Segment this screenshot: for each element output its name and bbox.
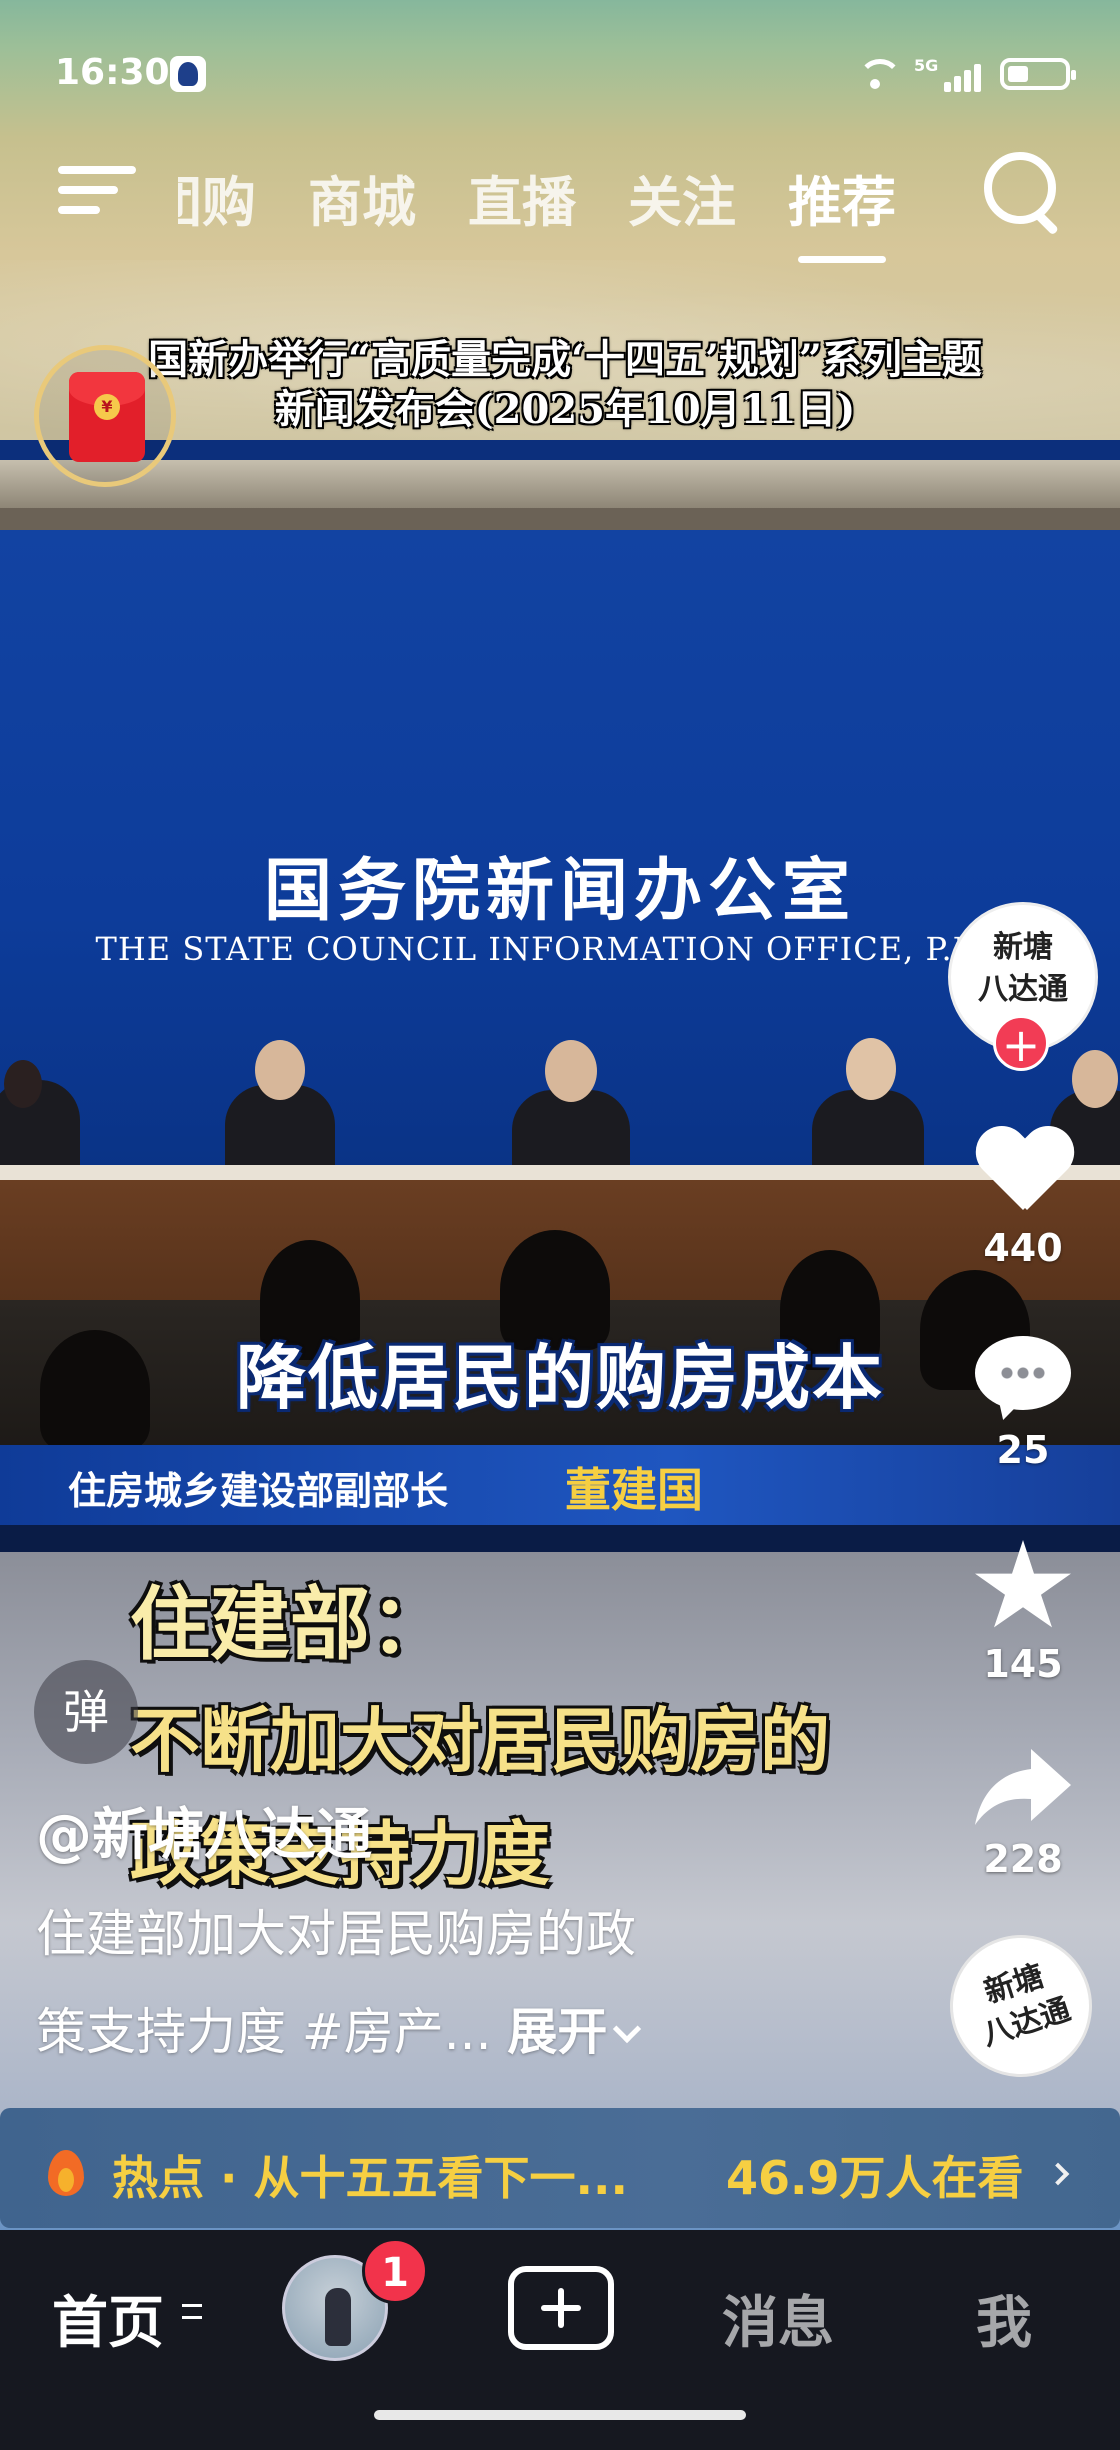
favorite-count: 145 <box>983 1642 1063 1686</box>
create-post-button[interactable] <box>508 2266 614 2350</box>
nav-me[interactable]: 我 <box>976 2278 1032 2359</box>
comment-icon <box>975 1336 1071 1420</box>
speaker-head <box>846 1038 896 1100</box>
post-description[interactable]: 住建部加大对居民购房的政 策支持力度 #房产... 展开 <box>36 1885 796 2081</box>
heart-icon <box>975 1128 1071 1218</box>
status-time: 16:30 <box>55 52 170 93</box>
lower-third-bar <box>0 1525 1120 1552</box>
nav-messages[interactable]: 消息 <box>722 2278 834 2359</box>
share-count: 228 <box>983 1837 1063 1881</box>
wifi-icon <box>852 57 902 91</box>
tab-mall[interactable]: 商城 <box>308 158 416 237</box>
tab-live[interactable]: 直播 <box>468 158 576 237</box>
tab-recommended[interactable]: 推荐 <box>788 158 896 263</box>
overlay-headline: 住建部： <box>130 1577 450 1671</box>
like-count: 440 <box>983 1226 1063 1270</box>
like-button[interactable]: 440 <box>968 1128 1078 1270</box>
feed-tabs: 团购 商城 直播 关注 推荐 <box>178 158 896 263</box>
expand-button[interactable]: 展开 <box>507 2003 607 2061</box>
tab-group-buy[interactable]: 团购 <box>178 158 256 237</box>
share-button[interactable]: 228 <box>968 1745 1078 1881</box>
red-envelope-icon: ¥ <box>69 372 145 462</box>
comment-count: 25 <box>996 1428 1050 1472</box>
speaker-head <box>1072 1050 1118 1108</box>
home-indicator[interactable] <box>374 2410 746 2420</box>
video-title-line-2: 新闻发布会(2025年10月11日) <box>274 386 856 433</box>
status-icons: 5G <box>852 56 1076 92</box>
chevron-right-icon <box>1046 2162 1070 2186</box>
yuan-coin-icon: ¥ <box>94 394 120 420</box>
menu-icon[interactable] <box>58 160 136 220</box>
switch-icon[interactable] <box>182 2300 204 2326</box>
hot-topic-banner[interactable]: 热点 · 从十五五看下一... 46.9万人在看 <box>0 2108 1120 2228</box>
ceiling-beam <box>0 460 1120 508</box>
favorite-button[interactable]: 145 <box>968 1540 1078 1686</box>
network-type-label: 5G <box>914 56 939 75</box>
battery-icon <box>1000 58 1076 90</box>
speaker-head <box>255 1040 305 1100</box>
backdrop-title-cn: 国务院新闻办公室 <box>263 852 856 931</box>
viewer-count: 46.9万人在看 <box>726 2151 1024 2205</box>
chevron-down-icon <box>613 2014 642 2044</box>
ceiling-trim <box>0 508 1120 530</box>
video-title-line-1: 国新办举行“高质量完成‘十四五’规划”系列主题 <box>148 336 982 383</box>
speaker-name: 董建国 <box>565 1463 703 1517</box>
avatar-text-line-1: 新塘 <box>993 930 1053 965</box>
description-text: 策支持力度 #房产... <box>36 2003 492 2061</box>
share-icon <box>973 1745 1073 1829</box>
follow-plus-button[interactable]: + <box>993 1015 1049 1072</box>
hot-topic-text: 热点 · 从十五五看下一... <box>112 2151 628 2205</box>
video-caption: 降低居民的购房成本 <box>236 1337 884 1419</box>
fire-icon <box>48 2150 84 2196</box>
status-bar: 16:30 5G <box>0 0 1120 150</box>
speaker-head <box>4 1060 42 1108</box>
search-icon[interactable] <box>984 152 1064 232</box>
description-line-1: 住建部加大对居民购房的政 <box>36 1905 636 1963</box>
speaker-head <box>545 1040 597 1102</box>
red-envelope-button[interactable]: ¥ <box>34 345 176 487</box>
video-title: 国新办举行“高质量完成‘十四五’规划”系列主题 新闻发布会(2025年10月11… <box>55 335 1075 435</box>
comment-button[interactable]: 25 <box>968 1336 1078 1472</box>
star-icon <box>975 1540 1071 1628</box>
description-line-2: 策支持力度 #房产... 展开 <box>36 1983 796 2081</box>
notification-badge: 1 <box>362 2238 428 2304</box>
tab-following[interactable]: 关注 <box>628 158 736 237</box>
avatar-text-line-2: 八达通 <box>978 972 1068 1007</box>
danmaku-toggle-button[interactable]: 弹 <box>34 1660 138 1764</box>
nav-home[interactable]: 首页 <box>52 2278 164 2359</box>
author-name-link[interactable]: @新塘八达通 <box>36 1790 372 1871</box>
app-notification-icon <box>170 56 206 92</box>
cellular-signal-icon: 5G <box>914 56 984 92</box>
overlay-headline-line-2: 不断加大对居民购房的 <box>130 1699 830 1782</box>
speaker-title: 住房城乡建设部副部长 <box>68 1469 449 1513</box>
